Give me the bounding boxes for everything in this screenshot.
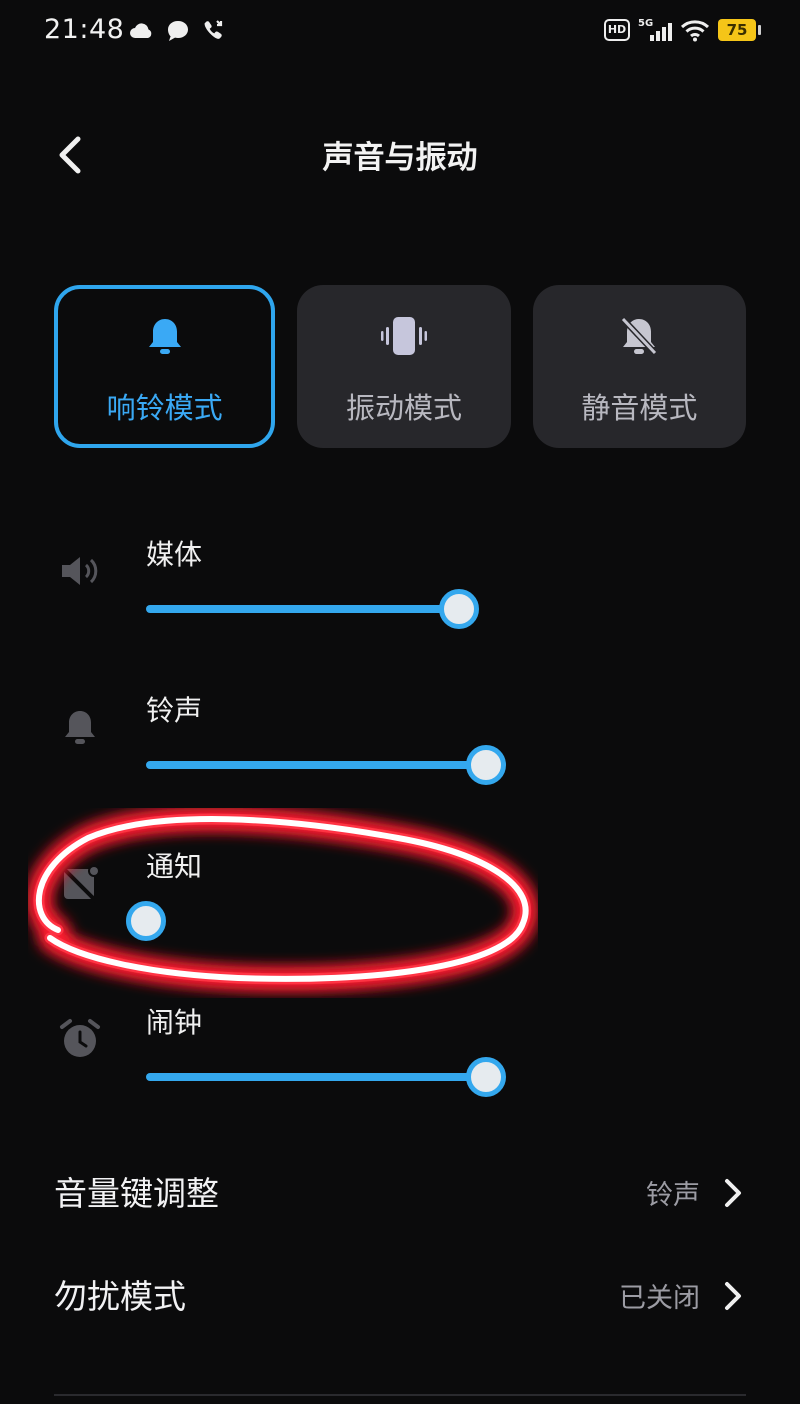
- status-bar: 21:48 HD 5G 75: [0, 0, 800, 64]
- status-time: 21:48: [44, 14, 125, 45]
- volume-row-notification: 通知: [0, 845, 800, 975]
- do-not-disturb-row[interactable]: 勿扰模式 已关闭: [54, 1258, 746, 1338]
- message-icon: [168, 21, 188, 41]
- volume-row-media: 媒体: [0, 533, 800, 663]
- bell-icon: [65, 711, 95, 744]
- mode-ring-button[interactable]: 响铃模式: [54, 285, 276, 448]
- alarm-clock-icon: [60, 1019, 100, 1057]
- do-not-disturb-value: 已关闭: [619, 1283, 700, 1314]
- cloud-icon: [130, 23, 152, 38]
- mode-silent-button[interactable]: 静音模式: [532, 285, 746, 448]
- mode-vibrate-button[interactable]: 振动模式: [297, 285, 511, 448]
- missed-call-icon: [204, 20, 223, 39]
- volume-row-ringtone: 铃声: [0, 689, 800, 819]
- sound-mode-selector: 响铃模式 振动模式 静音模式: [54, 285, 746, 448]
- chevron-right-icon: [725, 1282, 741, 1310]
- volume-key-setting-row[interactable]: 音量键调整 铃声: [54, 1155, 746, 1235]
- mode-ring-label: 响铃模式: [106, 391, 223, 425]
- speaker-icon: [62, 557, 98, 585]
- volume-track: [146, 761, 486, 769]
- bell-off-icon: [621, 316, 658, 356]
- volume-label: 媒体: [146, 538, 203, 571]
- divider: [54, 1394, 746, 1396]
- bell-icon: [148, 319, 181, 354]
- hd-voice-icon: HD: [604, 19, 630, 41]
- volume-label: 通知: [146, 850, 203, 883]
- volume-row-alarm: 闹钟: [0, 1001, 800, 1131]
- network-type: 5G: [638, 18, 653, 29]
- mode-silent-label: 静音模式: [581, 391, 698, 425]
- volume-label: 闹钟: [146, 1006, 203, 1039]
- phone-vibrate-icon: [380, 317, 427, 355]
- cellular-signal-icon: 5G: [638, 18, 672, 41]
- volume-slider-thumb[interactable]: [466, 745, 506, 785]
- notification-muted-icon: [60, 865, 100, 903]
- volume-track: [146, 1073, 486, 1081]
- do-not-disturb-title: 勿扰模式: [54, 1277, 186, 1316]
- volume-slider-thumb[interactable]: [126, 901, 166, 941]
- volume-track: [146, 605, 459, 613]
- volume-key-title: 音量键调整: [54, 1174, 219, 1213]
- volume-slider-thumb[interactable]: [439, 589, 479, 629]
- chevron-right-icon: [725, 1179, 741, 1207]
- wifi-icon: [680, 20, 710, 42]
- mode-vibrate-label: 振动模式: [345, 391, 462, 425]
- volume-label: 铃声: [146, 694, 203, 727]
- volume-slider-thumb[interactable]: [466, 1057, 506, 1097]
- volume-key-value: 铃声: [646, 1180, 700, 1211]
- battery-indicator: 75: [718, 19, 761, 41]
- page-title: 声音与振动: [322, 140, 478, 176]
